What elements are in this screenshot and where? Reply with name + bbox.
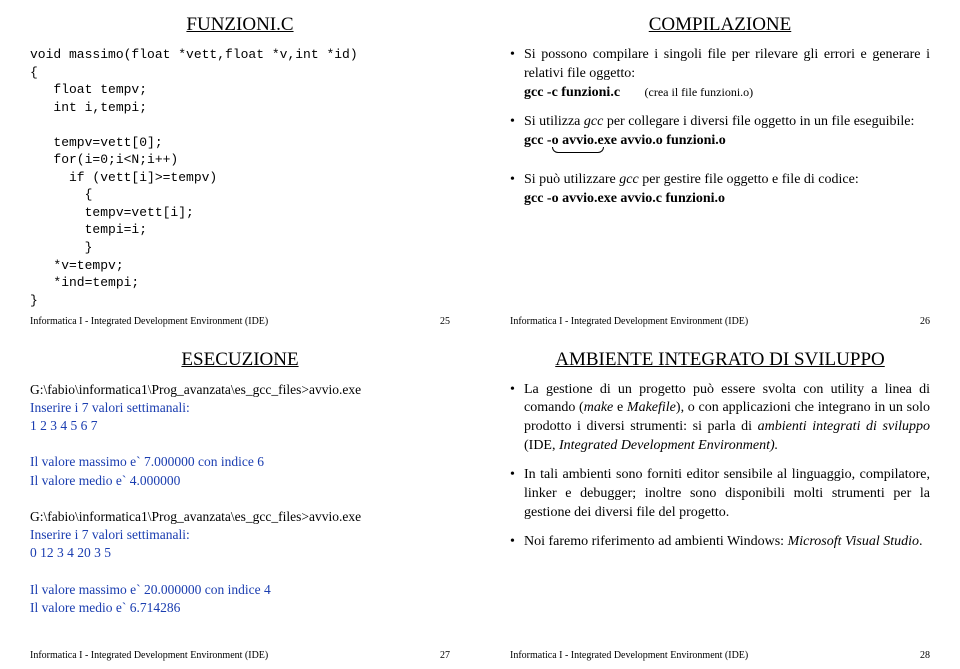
bullet-icon: • (510, 466, 524, 523)
bullet-text: per gestire file oggetto e file di codic… (639, 172, 859, 187)
slide-footer: Informatica I - Integrated Development E… (510, 310, 930, 327)
cmd-text: gcc -o avvio.exe avvio.o funzioni.o (524, 133, 726, 148)
footer-label: Informatica I - Integrated Development E… (510, 316, 748, 327)
italic: gcc (619, 172, 638, 187)
slide-25: FUNZIONI.C void massimo(float *vett,floa… (0, 0, 480, 335)
page-number: 28 (920, 650, 930, 661)
slide-title: ESECUZIONE (30, 349, 450, 371)
slide-content: G:\fabio\informatica1\Prog_avanzata\es_g… (30, 381, 450, 645)
console-line: Il valore medio e` 6.714286 (30, 599, 450, 617)
bullet-icon: • (510, 533, 524, 552)
bullet-text: Si utilizza (524, 114, 584, 129)
code-block: void massimo(float *vett,float *v,int *i… (30, 46, 450, 309)
console-line: 0 12 3 4 20 3 5 (30, 544, 450, 562)
console-line: G:\fabio\informatica1\Prog_avanzata\es_g… (30, 508, 450, 526)
slide-content: • La gestione di un progetto può essere … (510, 381, 930, 645)
bullet-icon: • (510, 171, 524, 209)
italic: Makefile (627, 400, 676, 415)
slide-title: AMBIENTE INTEGRATO DI SVILUPPO (510, 349, 930, 371)
slide-26: COMPILAZIONE • Si possono compilare i si… (480, 0, 960, 335)
italic: Microsoft Visual Studio (788, 534, 919, 549)
console-line: 1 2 3 4 5 6 7 (30, 417, 450, 435)
bullet-item: • Si possono compilare i singoli file pe… (510, 46, 930, 103)
italic: make (584, 400, 614, 415)
bullet-item: • Noi faremo riferimento ad ambienti Win… (510, 533, 930, 552)
slide-footer: Informatica I - Integrated Development E… (30, 310, 450, 327)
t: (IDE, (524, 438, 559, 453)
footer-label: Informatica I - Integrated Development E… (30, 650, 268, 661)
bullet-text: Si possono compilare i singoli file per … (524, 47, 930, 81)
t: . (919, 534, 923, 549)
console-line: Il valore massimo e` 20.000000 con indic… (30, 581, 450, 599)
bullet-icon: • (510, 113, 524, 162)
italic: Integrated Development Environment). (559, 438, 778, 453)
bullet-item: • La gestione di un progetto può essere … (510, 381, 930, 457)
console-line: Inserire i 7 valori settimanali: (30, 526, 450, 544)
bullet-text: per collegare i diversi file oggetto in … (603, 114, 914, 129)
underbrace-icon (552, 147, 604, 153)
note-text: (crea il file funzioni.o) (645, 85, 754, 99)
slide-footer: Informatica I - Integrated Development E… (30, 644, 450, 661)
bullet-item: • Si può utilizzare gcc per gestire file… (510, 171, 930, 209)
slide-footer: Informatica I - Integrated Development E… (510, 644, 930, 661)
console-line: Inserire i 7 valori settimanali: (30, 399, 450, 417)
footer-label: Informatica I - Integrated Development E… (510, 650, 748, 661)
bullet-text: Si può utilizzare (524, 172, 619, 187)
bullet-text: In tali ambienti sono forniti editor sen… (524, 466, 930, 523)
bullet-icon: • (510, 46, 524, 103)
page-number: 27 (440, 650, 450, 661)
slide-content: void massimo(float *vett,float *v,int *i… (30, 46, 450, 310)
cmd-text: gcc -c funzioni.c (524, 85, 620, 100)
console-line: Il valore medio e` 4.000000 (30, 472, 450, 490)
bullet-icon: • (510, 381, 524, 457)
t: Noi faremo riferimento ad ambienti Windo… (524, 534, 788, 549)
bullet-item: • In tali ambienti sono forniti editor s… (510, 466, 930, 523)
footer-label: Informatica I - Integrated Development E… (30, 316, 268, 327)
slide-27: ESECUZIONE G:\fabio\informatica1\Prog_av… (0, 335, 480, 669)
cmd-text: gcc -o avvio.exe avvio.c funzioni.o (524, 191, 725, 206)
console-line: Il valore massimo e` 7.000000 con indice… (30, 453, 450, 471)
italic: ambienti integrati di sviluppo (758, 419, 930, 434)
page-number: 26 (920, 316, 930, 327)
bullet-item: • Si utilizza gcc per collegare i divers… (510, 113, 930, 162)
t: e (613, 400, 627, 415)
slide-title: FUNZIONI.C (30, 14, 450, 36)
italic: gcc (584, 114, 603, 129)
page-number: 25 (440, 316, 450, 327)
slide-title: COMPILAZIONE (510, 14, 930, 36)
slide-content: • Si possono compilare i singoli file pe… (510, 46, 930, 310)
slide-28: AMBIENTE INTEGRATO DI SVILUPPO • La gest… (480, 335, 960, 669)
console-line: G:\fabio\informatica1\Prog_avanzata\es_g… (30, 381, 450, 399)
